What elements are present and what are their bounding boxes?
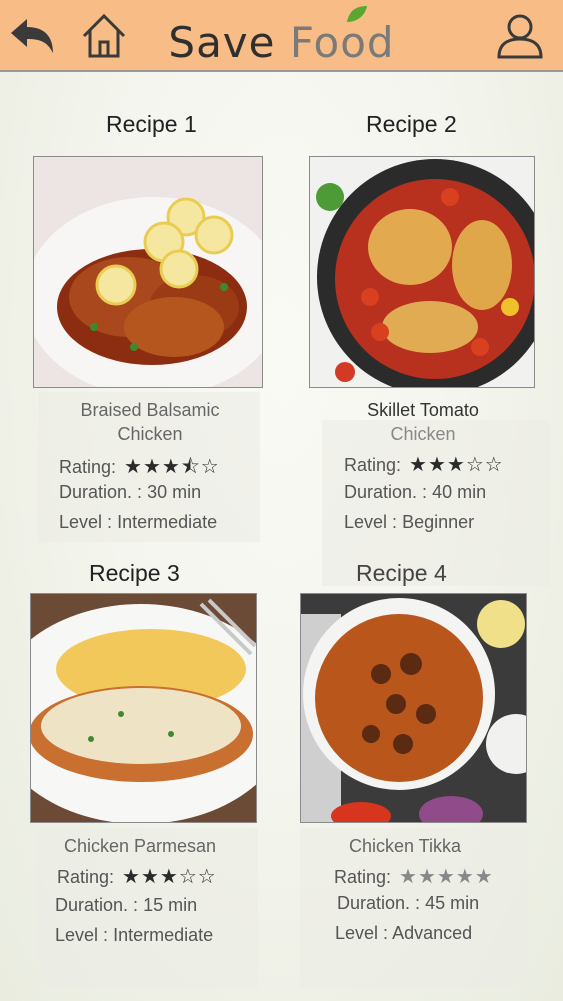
app-title-food: Food xyxy=(289,18,395,67)
level-value: Advanced xyxy=(392,923,473,943)
leaf-icon xyxy=(347,6,367,22)
recipe-1-duration: Duration. : 30 min xyxy=(59,482,201,503)
recipe-1-name: Braised Balsamic Chicken xyxy=(40,398,260,446)
duration-label: Duration. : xyxy=(59,482,143,502)
recipe-1-name-line2: Chicken xyxy=(117,424,183,444)
level-value: Beginner xyxy=(402,512,475,532)
recipe-1-heading: Recipe 1 xyxy=(106,111,197,137)
recipe-1-image xyxy=(34,157,262,387)
rating-label: Rating: xyxy=(344,455,402,475)
recipe-4-rating: Rating: ★★★★★ xyxy=(334,864,494,889)
app-title-save: Save xyxy=(168,18,290,67)
recipe-2-duration: Duration. : 40 min xyxy=(344,482,486,503)
duration-value: 45 min xyxy=(425,893,480,913)
recipe-2-image xyxy=(310,157,534,387)
recipe-2-heading: Recipe 2 xyxy=(366,111,457,137)
level-label: Level : xyxy=(344,512,398,532)
recipe-4-level: Level : Advanced xyxy=(335,923,472,944)
recipe-4-photo[interactable] xyxy=(300,593,527,823)
level-label: Level : xyxy=(55,925,109,945)
recipe-2-name-line1: Skillet Tomato xyxy=(367,400,479,420)
recipe-2-name: Skillet Tomato Chicken xyxy=(309,398,537,446)
recipe-2-name-line2: Chicken xyxy=(390,424,456,444)
recipe-1-level: Level : Intermediate xyxy=(59,512,217,533)
recipe-1-photo[interactable] xyxy=(33,156,263,388)
level-label: Level : xyxy=(335,923,389,943)
recipe-4-image xyxy=(301,594,526,822)
duration-label: Duration. : xyxy=(337,893,421,913)
recipe-3-name: Chicken Parmesan xyxy=(30,834,250,858)
level-value: Intermediate xyxy=(117,512,218,532)
level-value: Intermediate xyxy=(113,925,214,945)
rating-stars: ★★★★★ xyxy=(399,866,494,888)
rating-label: Rating: xyxy=(57,867,115,887)
level-label: Level : xyxy=(59,512,113,532)
rating-label: Rating: xyxy=(334,867,392,887)
recipe-4-duration: Duration. : 45 min xyxy=(337,893,479,914)
rating-stars: ★★★⯪☆ xyxy=(124,456,220,478)
rating-stars: ★★★☆☆ xyxy=(122,866,217,888)
app-header: Save Food xyxy=(0,0,563,72)
duration-label: Duration. : xyxy=(55,895,139,915)
recipe-4-name: Chicken Tikka xyxy=(300,834,510,858)
recipe-3-image xyxy=(31,594,256,822)
rating-label: Rating: xyxy=(59,457,117,477)
recipe-4-heading: Recipe 4 xyxy=(356,560,447,586)
user-icon xyxy=(497,14,543,59)
recipe-2-rating: Rating: ★★★☆☆ xyxy=(344,452,504,477)
duration-value: 30 min xyxy=(147,482,202,502)
recipe-1-name-line1: Braised Balsamic xyxy=(80,400,220,420)
recipe-3-rating: Rating: ★★★☆☆ xyxy=(57,864,217,889)
recipe-1-rating: Rating: ★★★⯪☆ xyxy=(59,452,220,486)
recipe-3-level: Level : Intermediate xyxy=(55,925,213,946)
recipe-3-duration: Duration. : 15 min xyxy=(55,895,197,916)
duration-label: Duration. : xyxy=(344,482,428,502)
duration-value: 40 min xyxy=(432,482,487,502)
duration-value: 15 min xyxy=(143,895,198,915)
rating-stars: ★★★☆☆ xyxy=(409,454,504,476)
profile-button[interactable] xyxy=(492,8,548,64)
recipe-3-name-line1: Chicken Parmesan xyxy=(63,836,217,856)
app-title: Save Food xyxy=(0,18,563,67)
recipe-2-level: Level : Beginner xyxy=(344,512,474,533)
recipe-3-heading: Recipe 3 xyxy=(89,560,180,586)
recipe-2-photo[interactable] xyxy=(309,156,535,388)
recipe-3-photo[interactable] xyxy=(30,593,257,823)
recipe-4-name-line1: Chicken Tikka xyxy=(348,836,462,856)
